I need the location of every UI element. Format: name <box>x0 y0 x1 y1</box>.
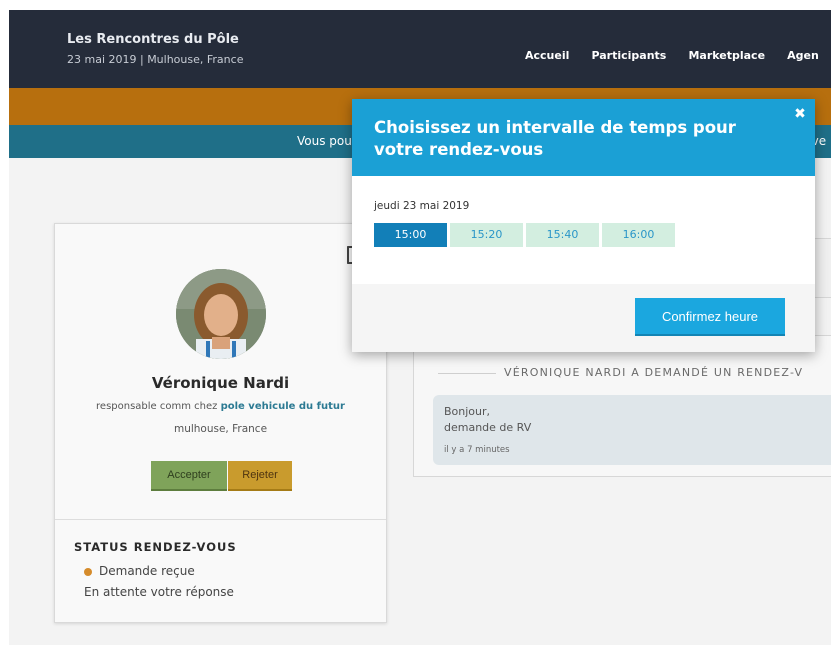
modal-title: Choisissez un intervalle de temps pour v… <box>374 118 736 159</box>
timeslot-modal: Choisissez un intervalle de temps pour v… <box>352 99 815 352</box>
close-icon[interactable]: ✖ <box>793 107 807 121</box>
timeslot-list: 15:00 15:20 15:40 16:00 <box>374 223 678 247</box>
timeslot-1540[interactable]: 15:40 <box>526 223 599 247</box>
page: Les Rencontres du Pôle 23 mai 2019 | Mul… <box>9 10 831 645</box>
confirm-time-button[interactable]: Confirmez heure <box>635 298 785 336</box>
modal-footer: Confirmez heure <box>352 284 815 352</box>
timeslot-1520[interactable]: 15:20 <box>450 223 523 247</box>
timeslot-1600[interactable]: 16:00 <box>602 223 675 247</box>
slot-date: jeudi 23 mai 2019 <box>374 200 470 212</box>
modal-header: Choisissez un intervalle de temps pour v… <box>352 99 815 176</box>
timeslot-1500[interactable]: 15:00 <box>374 223 447 247</box>
